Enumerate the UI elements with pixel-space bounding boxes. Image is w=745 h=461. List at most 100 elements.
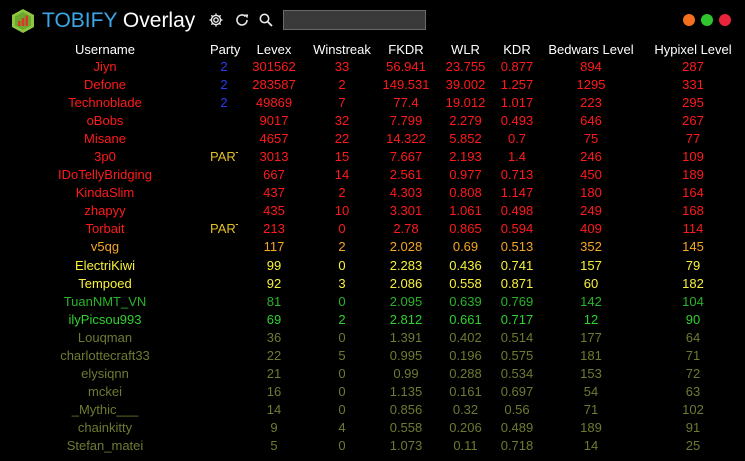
search-icon[interactable] xyxy=(258,12,274,28)
table-row[interactable]: Technoblade 2 49869 7 77.4 19.012 1.017 223 295 xyxy=(0,94,745,112)
minimize-button[interactable] xyxy=(683,14,695,26)
cell-party xyxy=(210,419,238,437)
table-row[interactable]: mckei 16 0 1.135 0.161 0.697 54 63 xyxy=(0,383,745,401)
cell-party xyxy=(210,238,238,256)
cell-username[interactable]: TuanNMT_VN xyxy=(0,293,210,311)
cell-fkdr: 0.558 xyxy=(389,419,423,435)
cell-username[interactable]: Stefan_matei xyxy=(0,437,210,455)
cell-hypixel: 189 xyxy=(682,167,704,183)
cell-bedwars: 894 xyxy=(580,59,602,75)
column-header-party[interactable]: Party xyxy=(210,40,240,58)
cell-username[interactable]: Torbait xyxy=(0,220,210,238)
cell-hypixel: 102 xyxy=(682,401,704,417)
column-header-wlr[interactable]: WLR xyxy=(438,40,493,58)
column-header-bedwars-level[interactable]: Bedwars Level xyxy=(541,40,641,58)
cell-fkdr: 1.135 xyxy=(389,383,423,399)
table-row[interactable]: Jiyn 2 301562 33 56.941 23.755 0.877 894 287 xyxy=(0,58,745,76)
cell-levex: 16 xyxy=(266,383,282,399)
cell-username[interactable]: v5qg xyxy=(0,238,210,256)
cell-wlr: 5.852 xyxy=(449,131,482,147)
cell-kdr: 1.147 xyxy=(500,185,534,201)
cell-hypixel: 25 xyxy=(685,438,701,453)
cell-username[interactable]: charlottecraft33 xyxy=(0,347,210,365)
cell-kdr: 0.717 xyxy=(500,311,534,327)
cell-winstreak: 33 xyxy=(334,59,350,75)
cell-username[interactable]: ElectriKiwi xyxy=(0,257,210,275)
cell-levex: 301562 xyxy=(252,59,296,75)
cell-username[interactable]: _Mythic___ xyxy=(0,401,210,419)
table-row[interactable]: ElectriKiwi 99 0 2.283 0.436 0.741 157 79 xyxy=(0,257,745,275)
table-row[interactable]: Misane 4657 22 14.322 5.852 0.7 75 77 xyxy=(0,130,745,148)
cell-kdr: 0.498 xyxy=(500,203,534,219)
cell-kdr: 0.741 xyxy=(500,257,534,273)
app-title-suffix: Overlay xyxy=(117,9,196,32)
cell-username[interactable]: zhapyy xyxy=(0,202,210,220)
cell-username[interactable]: 3p0 xyxy=(0,148,210,166)
cell-party xyxy=(210,112,238,130)
cell-username[interactable]: chainkitty xyxy=(0,419,210,437)
cell-fkdr: 4.303 xyxy=(389,185,423,201)
cell-fkdr: 2.086 xyxy=(389,275,423,291)
cell-username[interactable]: Technoblade xyxy=(0,94,210,112)
table-row[interactable]: Tempoed 92 3 2.086 0.558 0.871 60 182 xyxy=(0,275,745,293)
cell-username[interactable]: Misane xyxy=(0,130,210,148)
cell-username[interactable]: elysiqnn xyxy=(0,365,210,383)
maximize-button[interactable] xyxy=(701,14,713,26)
cell-username[interactable]: Jiyn xyxy=(0,58,210,76)
cell-username[interactable]: oBobs xyxy=(0,112,210,130)
cell-bedwars: 646 xyxy=(580,113,602,129)
table-row[interactable]: IDoTellyBridging 667 14 2.561 0.977 0.713 450 1… xyxy=(0,166,745,184)
table-row[interactable]: 3p0PARTY 3013 15 7.667 2.193 1.4 246 109 xyxy=(0,148,745,166)
table-row[interactable]: oBobs 9017 32 7.799 2.279 0.493 646 267 xyxy=(0,112,745,130)
refresh-icon[interactable] xyxy=(234,12,250,28)
cell-party xyxy=(210,275,238,293)
cell-party xyxy=(210,437,238,455)
close-button[interactable] xyxy=(719,14,731,26)
table-row[interactable]: TuanNMT_VN 81 0 2.095 0.639 0.769 142 104 xyxy=(0,293,745,311)
title-bar[interactable]: TOBIFY Overlay xyxy=(0,0,745,40)
table-row[interactable]: KindaSlim 437 2 4.303 0.808 1.147 180 164 xyxy=(0,184,745,202)
cell-party xyxy=(210,383,238,401)
cell-levex: 22 xyxy=(266,347,282,363)
app-title-brand: TOBIFY xyxy=(42,9,118,32)
cell-party xyxy=(210,166,238,184)
table-row[interactable]: Louqman 36 0 1.391 0.402 0.514 177 64 xyxy=(0,329,745,347)
gear-icon[interactable] xyxy=(208,12,224,28)
table-row[interactable]: Stefan_matei 5 0 1.073 0.11 0.718 14 25 xyxy=(0,437,745,455)
cell-bedwars: 223 xyxy=(580,95,602,111)
column-header-winstreak[interactable]: Winstreak xyxy=(310,40,374,58)
cell-winstreak: 0 xyxy=(338,365,346,381)
cell-username[interactable]: mckei xyxy=(0,383,210,401)
table-row[interactable]: elysiqnn 21 0 0.99 0.288 0.534 153 72 xyxy=(0,365,745,383)
column-header-username[interactable]: Username xyxy=(0,40,210,58)
cell-fkdr: 1.073 xyxy=(389,438,423,453)
cell-wlr: 0.161 xyxy=(449,383,482,399)
table-row[interactable]: TorbaitPARTY 213 0 2.78 0.865 0.594 409 114 xyxy=(0,220,745,238)
cell-wlr: 0.639 xyxy=(449,293,482,309)
cell-username[interactable]: KindaSlim xyxy=(0,184,210,202)
table-row[interactable]: chainkitty 9 4 0.558 0.206 0.489 189 91 xyxy=(0,419,745,437)
cell-username[interactable]: Louqman xyxy=(0,329,210,347)
column-header-kdr[interactable]: KDR xyxy=(493,40,541,58)
cell-fkdr: 0.995 xyxy=(389,347,423,363)
cell-fkdr: 7.667 xyxy=(389,149,423,165)
cell-kdr: 1.4 xyxy=(507,149,527,165)
table-row[interactable]: v5qg 117 2 2.028 0.69 0.513 352 145 xyxy=(0,238,745,256)
search-input[interactable] xyxy=(283,10,426,30)
table-row[interactable]: Defone 2 283587 2 149.531 39.002 1.257 1295 331 xyxy=(0,76,745,94)
table-row[interactable]: _Mythic___ 14 0 0.856 0.32 0.56 71 102 xyxy=(0,401,745,419)
cell-winstreak: 2 xyxy=(338,239,346,255)
cell-username[interactable]: Tempoed xyxy=(0,275,210,293)
table-row[interactable]: ilyPicsou993 69 2 2.812 0.661 0.717 12 90 xyxy=(0,311,745,329)
column-header-fkdr[interactable]: FKDR xyxy=(374,40,438,58)
cell-kdr: 0.877 xyxy=(500,59,534,75)
cell-hypixel: 71 xyxy=(685,347,701,363)
cell-username[interactable]: Defone xyxy=(0,76,210,94)
column-header-levex[interactable]: Levex xyxy=(238,40,310,58)
column-header-hypixel-level[interactable]: Hypixel Level xyxy=(641,40,745,58)
cell-username[interactable]: IDoTellyBridging xyxy=(0,166,210,184)
cell-username[interactable]: ilyPicsou993 xyxy=(0,311,210,329)
table-row[interactable]: zhapyy 435 10 3.301 1.061 0.498 249 168 xyxy=(0,202,745,220)
table-row[interactable]: charlottecraft33 22 5 0.995 0.196 0.575 181 71 xyxy=(0,347,745,365)
cell-winstreak: 22 xyxy=(334,131,350,147)
